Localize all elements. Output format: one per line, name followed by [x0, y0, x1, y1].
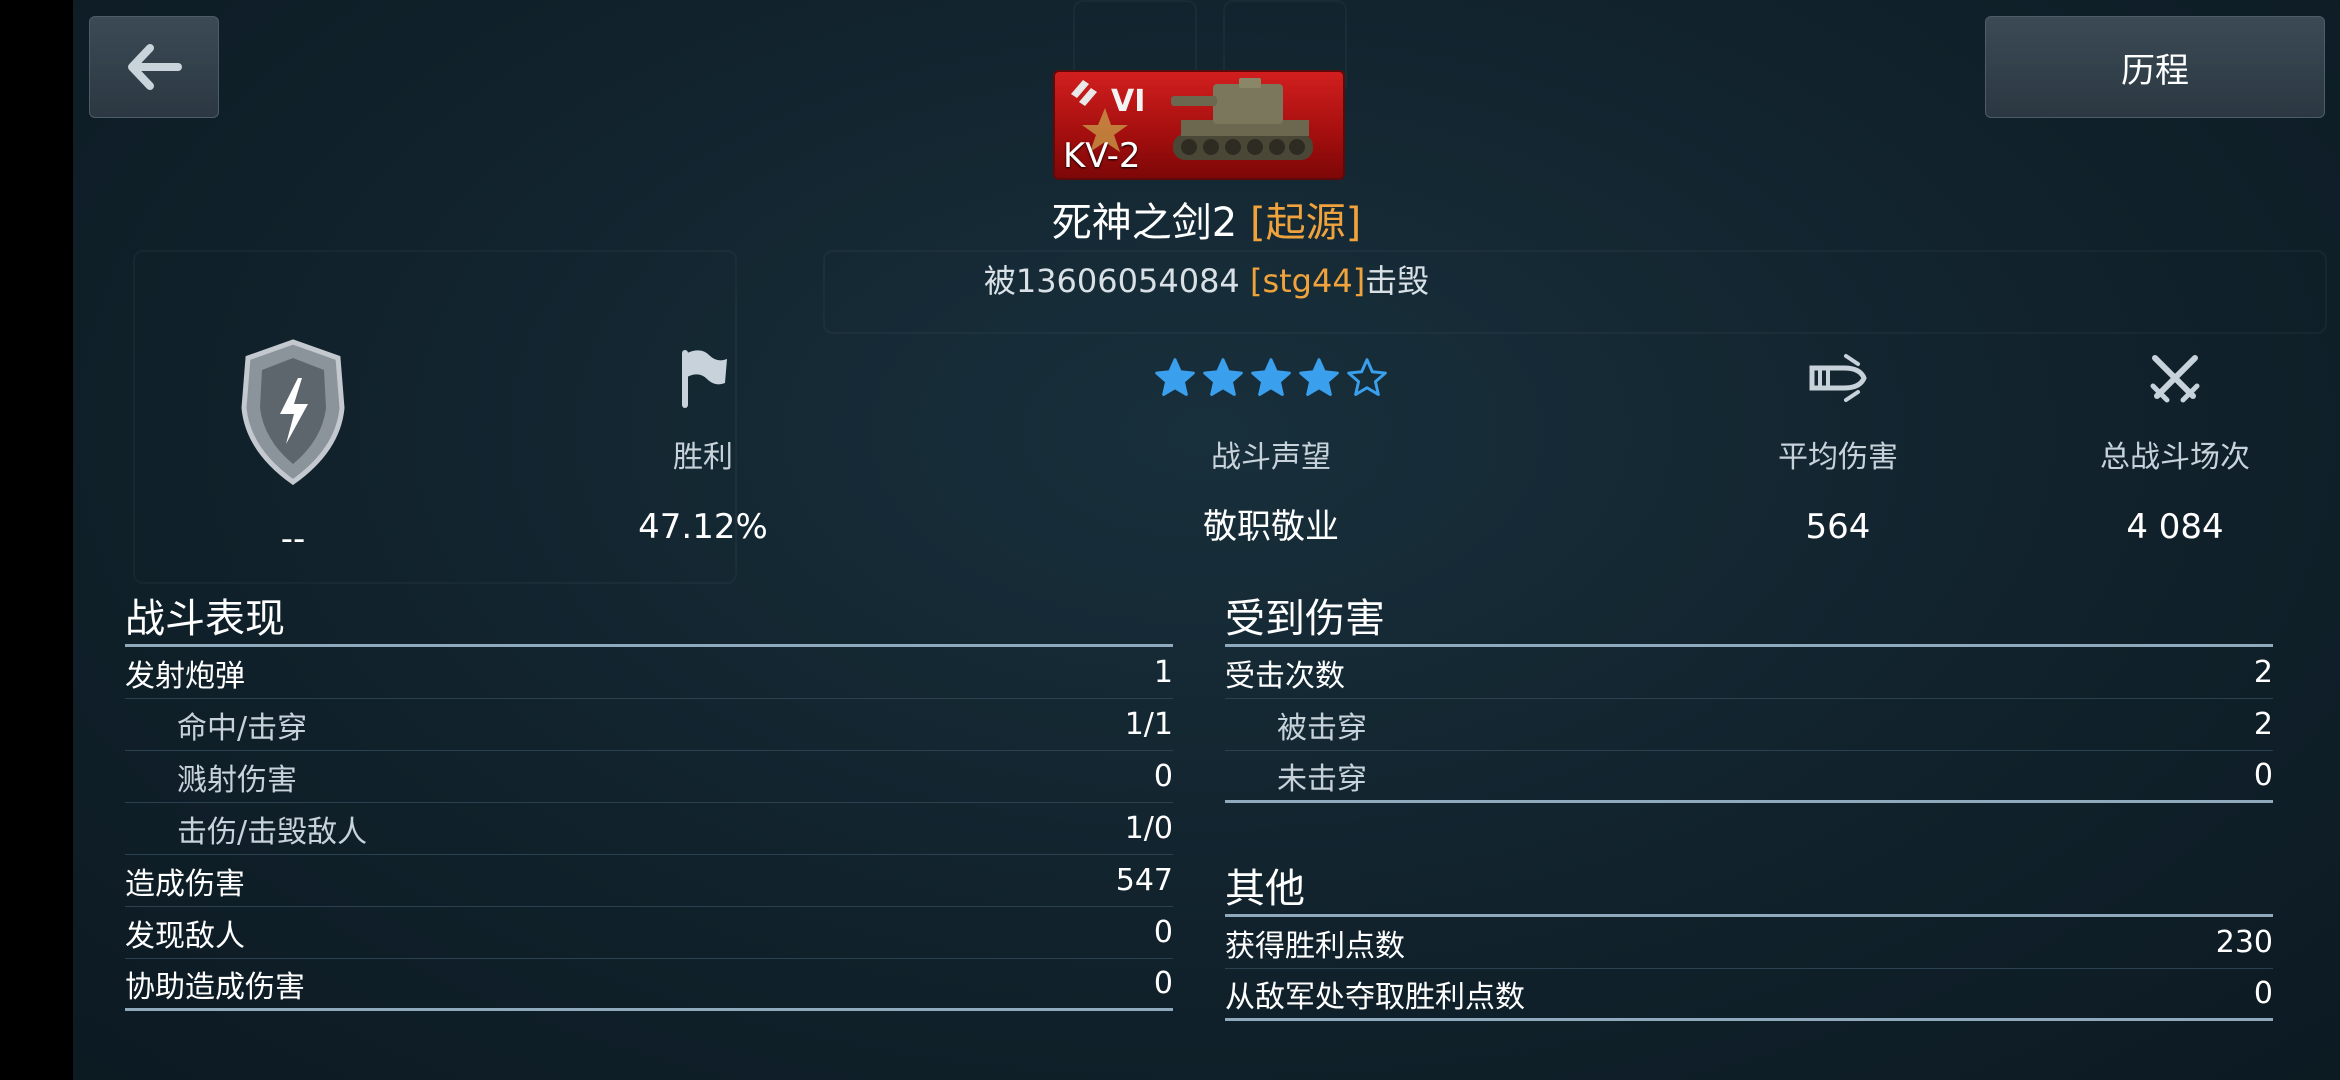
- star-filled-icon: [1203, 358, 1243, 396]
- stat-row-value: 0: [1153, 759, 1173, 794]
- other-section: 其他 获得胜利点数 230 从敌军处夺取胜利点数 0: [1225, 866, 2273, 1021]
- battles-label: 总战斗场次: [2100, 440, 2250, 475]
- stat-row: 发现敌人 0: [125, 907, 1173, 959]
- avg-damage-value: 564: [1805, 507, 1871, 547]
- stat-row: 被击穿 2: [1225, 699, 2273, 751]
- killed-prefix: 被: [983, 262, 1016, 300]
- rating-value: 敬职敬业: [1203, 507, 1339, 547]
- mastery-value: --: [280, 519, 306, 559]
- player-clan: [起源]: [1249, 200, 1362, 246]
- tank-badge: VI KV-2: [1053, 70, 1345, 180]
- other-rows: 获得胜利点数 230 从敌军处夺取胜利点数 0: [1225, 917, 2273, 1021]
- killer-clan: [stg44]: [1249, 262, 1366, 300]
- stat-row-value: 0: [2253, 758, 2273, 793]
- received-rows: 受击次数 2 被击穿 2 未击穿 0: [1225, 647, 2273, 803]
- tank-tier: VI: [1111, 84, 1146, 119]
- rating-label: 战斗声望: [1211, 440, 1331, 475]
- battle-result-screen: 历程 VI KV-2 死神之剑2 [起源] 被13606054084 [stg4…: [73, 0, 2340, 1080]
- stat-row: 击伤/击毁敌人 1/0: [125, 803, 1173, 855]
- received-title: 受到伤害: [1225, 596, 1385, 642]
- stat-row-label: 发现敌人: [125, 918, 245, 954]
- player-name: 死神之剑2: [1051, 200, 1238, 246]
- stat-row-label: 发射炮弹: [125, 658, 245, 694]
- stat-row: 从敌军处夺取胜利点数 0: [1225, 969, 2273, 1021]
- arrow-left-icon: [128, 44, 182, 90]
- crossed-swords-icon: [2025, 338, 2325, 418]
- star-filled-icon: [1155, 358, 1195, 396]
- stat-row: 溅射伤害 0: [125, 751, 1173, 803]
- killed-suffix: 击毁: [1365, 262, 1430, 300]
- avg-damage-stat: 平均伤害 564: [1688, 338, 1988, 552]
- other-title: 其他: [1225, 866, 1305, 912]
- shield-icon: [223, 338, 363, 486]
- stat-row-label: 受击次数: [1225, 658, 1345, 694]
- stat-row-value: 230: [2215, 925, 2273, 960]
- stat-row-label: 从敌军处夺取胜利点数: [1225, 979, 1525, 1015]
- stat-row-label: 造成伤害: [125, 866, 245, 902]
- battles-stat: 总战斗场次 4 084: [2025, 338, 2325, 552]
- star-filled-icon: [1299, 358, 1339, 396]
- tank-name: KV-2: [1063, 136, 1141, 176]
- stat-row-value: 1: [1153, 655, 1173, 690]
- stat-row-label: 获得胜利点数: [1225, 928, 1405, 964]
- stat-row-value: 2: [2253, 707, 2273, 742]
- rating-stars: [1121, 338, 1421, 418]
- stat-row-value: 1/1: [1124, 707, 1173, 742]
- stat-row-value: 1/0: [1124, 811, 1173, 846]
- stat-row-value: 0: [1153, 915, 1173, 950]
- rating-stat: 战斗声望 敬职敬业: [1121, 338, 1421, 552]
- stat-row: 未击穿 0: [1225, 751, 2273, 803]
- wins-value: 47.12%: [638, 507, 768, 547]
- shell-damage-icon: [1688, 338, 1988, 418]
- performance-rows: 发射炮弹 1 命中/击穿 1/1 溅射伤害 0 击伤/击毁敌人 1/0 造成伤害 547 发现敌人 0…: [125, 647, 1173, 1011]
- performance-section: 战斗表现 发射炮弹 1 命中/击穿 1/1 溅射伤害 0 击伤/击毁敌人 1/0 造成伤害 547…: [125, 596, 1173, 1011]
- stat-row-value: 0: [1153, 966, 1173, 1001]
- mastery-stat: --: [223, 338, 363, 564]
- star-filled-icon: [1251, 358, 1291, 396]
- stat-row-value: 547: [1115, 863, 1173, 898]
- avg-damage-label: 平均伤害: [1778, 440, 1898, 475]
- stat-row: 协助造成伤害 0: [125, 959, 1173, 1011]
- stat-row: 造成伤害 547: [125, 855, 1173, 907]
- wins-label: 胜利: [673, 440, 733, 475]
- flag-icon: [553, 338, 853, 418]
- back-button[interactable]: [89, 16, 219, 118]
- stat-row-value: 0: [2253, 976, 2273, 1011]
- stat-row-label: 溅射伤害: [177, 762, 297, 798]
- stat-row-value: 2: [2253, 655, 2273, 690]
- received-section: 受到伤害 受击次数 2 被击穿 2 未击穿 0: [1225, 596, 2273, 803]
- killer-name: 13606054084: [1015, 262, 1240, 300]
- stat-row-label: 命中/击穿: [177, 710, 308, 746]
- wins-stat: 胜利 47.12%: [553, 338, 853, 552]
- stat-row-label: 协助造成伤害: [125, 969, 305, 1005]
- performance-title: 战斗表现: [125, 596, 285, 642]
- stat-row-label: 被击穿: [1277, 710, 1367, 746]
- stat-row-label: 未击穿: [1277, 761, 1367, 797]
- stat-row-label: 击伤/击毁敌人: [177, 814, 368, 850]
- killed-by-line: 被13606054084 [stg44]击毁: [73, 256, 2340, 302]
- star-empty-icon: [1347, 358, 1387, 396]
- stat-row: 命中/击穿 1/1: [125, 699, 1173, 751]
- stat-row: 发射炮弹 1: [125, 647, 1173, 699]
- stat-row: 获得胜利点数 230: [1225, 917, 2273, 969]
- player-name-line: 死神之剑2 [起源]: [73, 190, 2340, 248]
- stat-row: 受击次数 2: [1225, 647, 2273, 699]
- history-button-label: 历程: [2121, 50, 2189, 91]
- battles-value: 4 084: [2126, 507, 2224, 547]
- history-button[interactable]: 历程: [1985, 16, 2325, 118]
